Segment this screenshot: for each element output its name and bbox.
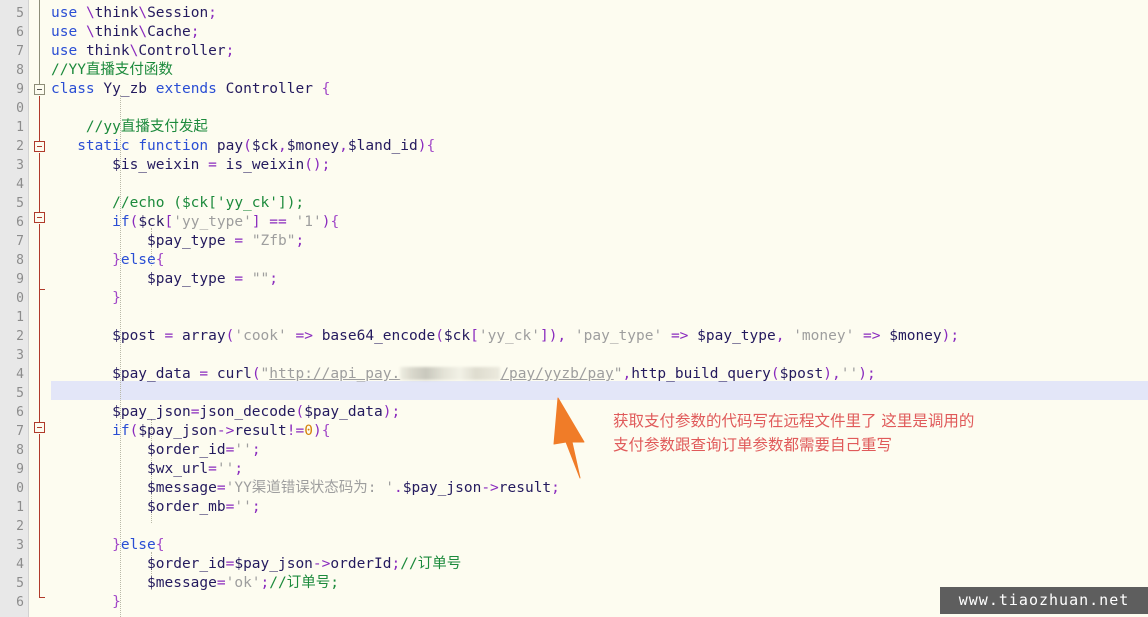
code-line: $pay_type = ""; <box>147 271 279 287</box>
code-line: use think\Controller; <box>51 43 235 59</box>
code-line-comment: //yy直播支付发起 <box>85 119 208 135</box>
line-number: 6 <box>16 25 24 40</box>
line-number: 5 <box>16 6 24 21</box>
line-number: 3 <box>16 348 24 363</box>
line-number: 3 <box>16 538 24 553</box>
line-number: 5 <box>16 386 24 401</box>
fold-line-result <box>39 434 40 597</box>
annotation-line-2: 支付参数跟查询订单参数都需要自己重写 <box>613 436 893 454</box>
line-number: 6 <box>16 405 24 420</box>
annotation-text: 获取支付参数的代码写在远程文件里了 这里是调用的 支付参数跟查询订单参数都需要自… <box>613 409 974 457</box>
line-number: 7 <box>16 234 24 249</box>
code-line-url: $pay_data = curl("http://api_pay./pay/yy… <box>112 366 876 382</box>
line-number-gutter: 5 6 7 8 9 0 1 2 3 4 5 6 7 8 9 0 1 2 3 4 … <box>0 0 29 617</box>
line-number: 4 <box>16 367 24 382</box>
redacted-domain <box>400 367 501 380</box>
line-number: 1 <box>16 310 24 325</box>
code-line: class Yy_zb extends Controller { <box>51 81 331 97</box>
code-line: $is_weixin = is_weixin(); <box>112 157 331 173</box>
line-number: 0 <box>16 101 24 116</box>
code-line: use \think\Cache; <box>51 24 200 40</box>
code-line-comment: //YY直播支付函数 <box>51 62 173 78</box>
line-number: 1 <box>16 120 24 135</box>
fold-line-if <box>39 224 40 289</box>
line-number: 5 <box>16 576 24 591</box>
annotation-line-1: 获取支付参数的代码写在远程文件里了 这里是调用的 <box>613 412 975 430</box>
line-number: 3 <box>16 158 24 173</box>
code-editor[interactable]: 5 6 7 8 9 0 1 2 3 4 5 6 7 8 9 0 1 2 3 4 … <box>0 0 1148 617</box>
code-line-comment: //echo ($ck['yy_ck']); <box>112 195 305 211</box>
line-number: 8 <box>16 253 24 268</box>
code-text-area[interactable]: use \think\Session; use \think\Cache; us… <box>51 0 1148 617</box>
code-line: $order_id=$pay_json->orderId;//订单号 <box>147 556 462 572</box>
code-line: static function pay($ck,$money,$land_id)… <box>77 138 436 154</box>
site-watermark: www.tiaozhuan.net <box>940 587 1148 614</box>
code-line: use \think\Session; <box>51 5 217 21</box>
line-number: 4 <box>16 177 24 192</box>
line-number: 5 <box>16 196 24 211</box>
fold-toggle-class[interactable] <box>34 84 45 95</box>
line-number: 9 <box>16 462 24 477</box>
fold-toggle-if-result[interactable] <box>34 422 45 433</box>
code-line: } <box>112 290 121 306</box>
line-number: 7 <box>16 424 24 439</box>
line-number: 8 <box>16 63 24 78</box>
code-line: }else{ <box>112 537 165 553</box>
line-number: 9 <box>16 272 24 287</box>
fold-line-body <box>39 153 40 215</box>
fold-toggle-function[interactable] <box>34 141 45 152</box>
line-number: 6 <box>16 215 24 230</box>
fold-line-function <box>39 96 40 146</box>
code-folding-rail[interactable] <box>29 0 51 617</box>
fold-line-class <box>39 0 40 84</box>
line-number: 1 <box>16 500 24 515</box>
line-number: 6 <box>16 595 24 610</box>
line-number: 0 <box>16 481 24 496</box>
line-number: 0 <box>16 291 24 306</box>
line-number: 8 <box>16 443 24 458</box>
code-line: }else{ <box>112 252 165 268</box>
code-line: $order_mb=''; <box>147 499 261 515</box>
code-line: $post = array('cook' => base64_encode($c… <box>112 328 960 344</box>
line-number: 7 <box>16 44 24 59</box>
line-number: 4 <box>16 557 24 572</box>
fold-toggle-if[interactable] <box>34 212 45 223</box>
code-line: $pay_type = "Zfb"; <box>147 233 305 249</box>
line-number: 9 <box>16 82 24 97</box>
line-number: 2 <box>16 519 24 534</box>
fold-end-result <box>39 597 45 598</box>
code-line: if($ck['yy_type'] == '1'){ <box>112 214 340 230</box>
pointer-arrow-icon <box>553 397 585 479</box>
line-number: 2 <box>16 329 24 344</box>
line-number: 2 <box>16 139 24 154</box>
fold-line-mid <box>39 290 40 424</box>
